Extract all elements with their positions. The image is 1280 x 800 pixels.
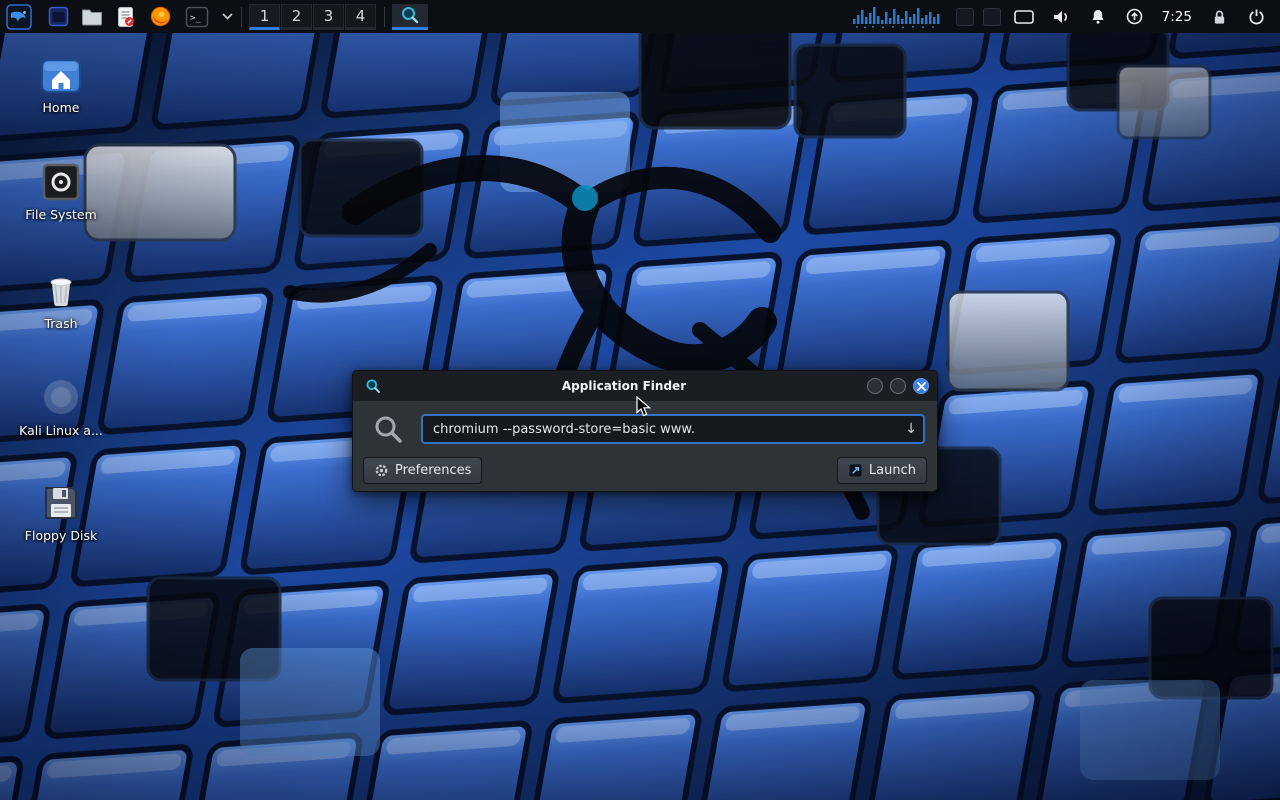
workspace-button-3[interactable]: 3	[313, 4, 344, 30]
panel-separator	[241, 7, 242, 27]
maximize-button[interactable]	[890, 378, 906, 394]
volume-indicator[interactable]	[1047, 4, 1075, 30]
close-button[interactable]	[913, 378, 929, 394]
kali-menu-icon	[6, 4, 32, 30]
desktop-icon-label: Trash	[6, 316, 116, 331]
launch-icon	[848, 463, 863, 478]
launcher-file-manager[interactable]	[78, 4, 106, 30]
tray-icon-2[interactable]	[983, 8, 1001, 26]
display-settings-indicator[interactable]	[1010, 4, 1038, 30]
launcher-text-editor[interactable]	[112, 4, 140, 30]
terminal-icon: >_	[185, 6, 209, 28]
desktop-icon-floppy-disk[interactable]: Floppy Disk	[6, 484, 116, 543]
gear-icon	[374, 463, 389, 478]
tray-icon-1[interactable]	[956, 8, 974, 26]
desktop-icon-label: Kali Linux a...	[6, 423, 116, 438]
preferences-button[interactable]: Preferences	[363, 457, 482, 484]
appfinder-window-icon[interactable]	[365, 378, 381, 394]
panel-separator	[384, 7, 385, 27]
updates-indicator[interactable]	[1121, 4, 1149, 30]
desktop-icon-kali-docs[interactable]: Kali Linux a...	[6, 377, 116, 438]
workspace-switcher: 1 2 3 4	[249, 0, 377, 33]
command-input[interactable]	[421, 414, 925, 444]
drive-icon	[42, 163, 80, 201]
launch-label: Launch	[869, 463, 916, 478]
bell-icon	[1090, 9, 1106, 25]
refresh-circle-icon	[1126, 8, 1143, 25]
floppy-icon	[42, 484, 80, 522]
desktop-icon-home[interactable]: Home	[6, 58, 116, 115]
display-icon	[1014, 9, 1034, 25]
terminal-dropdown-button[interactable]	[220, 4, 234, 30]
chevron-down-icon	[222, 13, 233, 20]
finder-titlebar[interactable]: Application Finder	[353, 371, 937, 401]
desktop-icon-label: Home	[6, 100, 116, 115]
notifications-indicator[interactable]	[1084, 4, 1112, 30]
launcher-terminal[interactable]: >_	[180, 4, 214, 30]
top-panel: >_ 1 2 3 4	[0, 0, 1280, 33]
launcher-firefox[interactable]	[146, 4, 174, 30]
home-icon	[40, 58, 82, 94]
command-input-wrap: ↓	[421, 414, 925, 444]
desktop-root: Home File System Trash Kali Linux a	[0, 0, 1280, 800]
screen-lock-indicator[interactable]	[1205, 4, 1233, 30]
workspace-button-1[interactable]: 1	[249, 4, 280, 30]
desktop-icon-label: File System	[6, 207, 116, 222]
appfinder-task-icon	[400, 5, 420, 25]
lock-icon	[1212, 9, 1227, 25]
audio-spectrum-widget	[851, 4, 947, 30]
search-icon	[373, 414, 403, 444]
desktop-icon-label: Floppy Disk	[6, 528, 116, 543]
terminal-glyph: >_	[190, 13, 201, 23]
minimize-button[interactable]	[867, 378, 883, 394]
workspace-button-4[interactable]: 4	[345, 4, 376, 30]
launch-button[interactable]: Launch	[837, 457, 927, 484]
preferences-label: Preferences	[395, 463, 471, 478]
finder-button-row: Preferences Launch	[353, 457, 937, 484]
application-finder-window: Application Finder ↓	[352, 370, 938, 492]
speaker-icon	[1052, 9, 1070, 25]
window-controls	[867, 378, 929, 394]
workspace-button-2[interactable]: 2	[281, 4, 312, 30]
window-app-icon	[48, 6, 69, 27]
text-editor-icon	[116, 6, 136, 28]
close-icon	[917, 382, 926, 391]
dropdown-arrow-icon[interactable]: ↓	[905, 422, 917, 436]
finder-search-row: ↓	[353, 414, 937, 444]
desktop-icon-file-system[interactable]: File System	[6, 163, 116, 222]
taskbar-application-finder[interactable]	[392, 4, 428, 30]
firefox-icon	[150, 6, 171, 27]
desktop-icon-trash[interactable]: Trash	[6, 270, 116, 331]
applications-menu-button[interactable]	[4, 3, 34, 31]
folder-icon	[81, 7, 103, 26]
launcher-window[interactable]	[44, 4, 72, 30]
window-title: Application Finder	[381, 379, 867, 393]
kali-docs-icon	[41, 377, 81, 417]
power-icon	[1248, 8, 1265, 25]
trash-icon	[41, 270, 81, 310]
clock[interactable]: 7:25	[1158, 9, 1196, 25]
logout-button[interactable]	[1242, 4, 1270, 30]
